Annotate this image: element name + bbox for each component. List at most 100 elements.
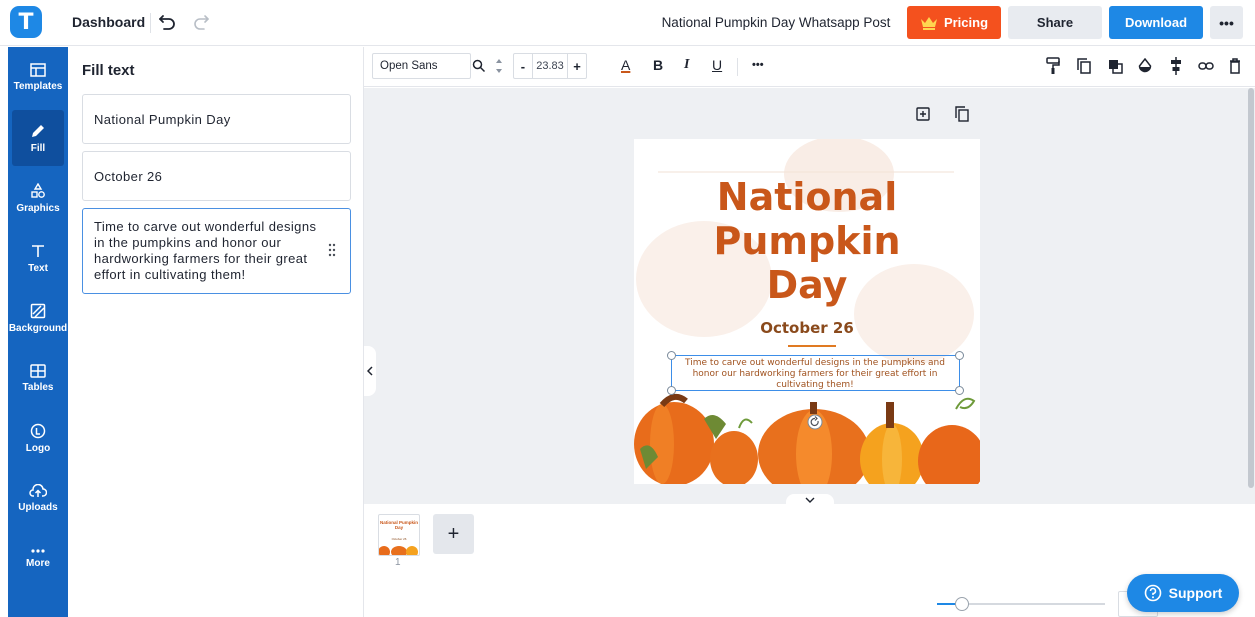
more-text-options-button[interactable]: •••: [752, 59, 764, 71]
sidebar-item-fill[interactable]: Fill: [12, 110, 64, 166]
font-size-increase-button[interactable]: +: [568, 54, 586, 78]
sidebar-item-label: Graphics: [16, 202, 60, 214]
table-icon: [30, 363, 46, 378]
font-size-decrease-button[interactable]: -: [514, 54, 532, 78]
zoom-slider-handle[interactable]: [955, 597, 969, 611]
sidebar-item-graphics[interactable]: Graphics: [8, 170, 68, 226]
thumbnail-pumpkins: [379, 546, 418, 555]
rotate-handle-icon[interactable]: [807, 414, 823, 430]
sidebar-item-label: Background: [8, 322, 68, 334]
opacity-icon[interactable]: [1138, 58, 1152, 74]
align-center-icon[interactable]: [1169, 57, 1183, 75]
thumbnail-date: October 26: [391, 537, 407, 541]
sidebar-item-uploads[interactable]: Uploads: [8, 470, 68, 526]
text-color-button[interactable]: A: [621, 57, 630, 73]
panel-title: Fill text: [82, 62, 135, 79]
collapse-pages-button[interactable]: [786, 494, 834, 506]
support-label: Support: [1168, 585, 1223, 601]
font-family-value: Open Sans: [380, 60, 438, 72]
resize-handle[interactable]: [667, 386, 676, 395]
shapes-icon: [31, 182, 45, 198]
share-button[interactable]: Share: [1008, 6, 1102, 39]
paint-roller-icon[interactable]: [1046, 57, 1060, 75]
fill-text-panel: Fill text National Pumpkin Day October 2…: [68, 47, 364, 617]
page-thumbnail[interactable]: National Pumpkin Day October 26: [378, 514, 420, 556]
text-field-date[interactable]: October 26: [82, 151, 351, 201]
templates-icon: [30, 62, 46, 77]
page-number: 1: [395, 557, 401, 568]
drag-handle-icon[interactable]: [328, 243, 336, 257]
app-logo[interactable]: T: [10, 6, 42, 38]
sidebar-item-label: Fill: [30, 142, 46, 154]
sidebar-item-templates[interactable]: Templates: [8, 49, 68, 105]
resize-handle[interactable]: [955, 386, 964, 395]
duplicate-icon[interactable]: [1077, 58, 1091, 74]
sidebar-item-label: Templates: [13, 80, 63, 92]
sidebar-item-background[interactable]: Background: [8, 290, 68, 346]
add-page-icon[interactable]: [916, 107, 930, 121]
layer-order-icon[interactable]: [1108, 59, 1123, 74]
chevron-left-icon: [367, 366, 373, 376]
help-icon: [1144, 584, 1161, 602]
sidebar-item-tables[interactable]: Tables: [8, 350, 68, 406]
sidebar-item-label: Uploads: [18, 501, 58, 513]
canvas-title-line: Day: [766, 263, 848, 307]
font-stepper-icon[interactable]: [494, 56, 504, 76]
document-title[interactable]: National Pumpkin Day Whatsapp Post: [640, 15, 912, 30]
top-bar: T Dashboard National Pumpkin Day Whatsap…: [0, 0, 1255, 46]
crown-icon: [920, 16, 937, 30]
resize-handle[interactable]: [667, 351, 676, 360]
sidebar-item-more[interactable]: More: [8, 530, 68, 586]
canvas-divider: [788, 345, 836, 347]
undo-icon[interactable]: [158, 10, 178, 34]
canvas-date[interactable]: October 26: [634, 319, 980, 337]
thumbnail-title: National Pumpkin Day: [379, 520, 418, 530]
sidebar: Templates Fill Graphics Text Background …: [8, 47, 68, 617]
canvas-scrollbar[interactable]: [1248, 88, 1254, 488]
collapse-panel-button[interactable]: [364, 346, 376, 396]
add-page-button[interactable]: +: [433, 514, 474, 554]
canvas-title-line: Pumpkin: [713, 219, 901, 263]
canvas-title[interactable]: National Pumpkin Day: [634, 175, 980, 307]
chevron-down-icon: [805, 497, 815, 503]
more-menu-button[interactable]: •••: [1210, 6, 1243, 39]
search-icon[interactable]: [472, 59, 486, 73]
background-icon: [30, 303, 46, 318]
font-family-select[interactable]: Open Sans: [372, 53, 471, 79]
text-field-body[interactable]: Time to carve out wonderful designs in t…: [82, 208, 351, 294]
underline-button[interactable]: U: [712, 57, 722, 73]
dashboard-link[interactable]: Dashboard: [72, 14, 145, 30]
divider: [150, 13, 151, 33]
app-root: T Dashboard National Pumpkin Day Whatsap…: [0, 0, 1255, 617]
selection-box[interactable]: [671, 355, 960, 391]
canvas-title-line: National: [716, 175, 898, 219]
cloud-upload-icon: [29, 483, 47, 497]
bold-button[interactable]: B: [653, 57, 663, 73]
pricing-button[interactable]: Pricing: [907, 6, 1001, 39]
design-page[interactable]: National Pumpkin Day October 26 Time to …: [634, 139, 980, 484]
resize-handle[interactable]: [955, 351, 964, 360]
link-icon[interactable]: [1198, 60, 1214, 72]
more-icon: [31, 548, 45, 553]
duplicate-page-icon[interactable]: [955, 106, 969, 122]
sidebar-item-label: Text: [28, 262, 48, 274]
divider: [737, 58, 738, 76]
download-button[interactable]: Download: [1109, 6, 1203, 39]
trash-icon[interactable]: [1229, 58, 1241, 74]
text-toolbar: Open Sans - 23.83 + A B I U •••: [364, 47, 1255, 87]
logo-icon: [30, 423, 46, 438]
sidebar-item-label: More: [26, 557, 50, 569]
sidebar-item-text[interactable]: Text: [8, 230, 68, 286]
pricing-label: Pricing: [943, 15, 989, 30]
sidebar-item-label: Tables: [22, 381, 54, 393]
font-size-control: - 23.83 +: [513, 53, 587, 79]
sidebar-item-logo[interactable]: Logo: [8, 410, 68, 466]
sidebar-item-label: Logo: [25, 442, 51, 454]
italic-button[interactable]: I: [684, 57, 689, 73]
text-icon: [32, 244, 44, 257]
text-field-body-value: Time to carve out wonderful designs in t…: [94, 219, 317, 282]
text-field-title[interactable]: National Pumpkin Day: [82, 94, 351, 144]
font-size-input[interactable]: 23.83: [531, 54, 569, 78]
support-button[interactable]: Support: [1127, 574, 1239, 612]
redo-icon[interactable]: [192, 10, 212, 34]
